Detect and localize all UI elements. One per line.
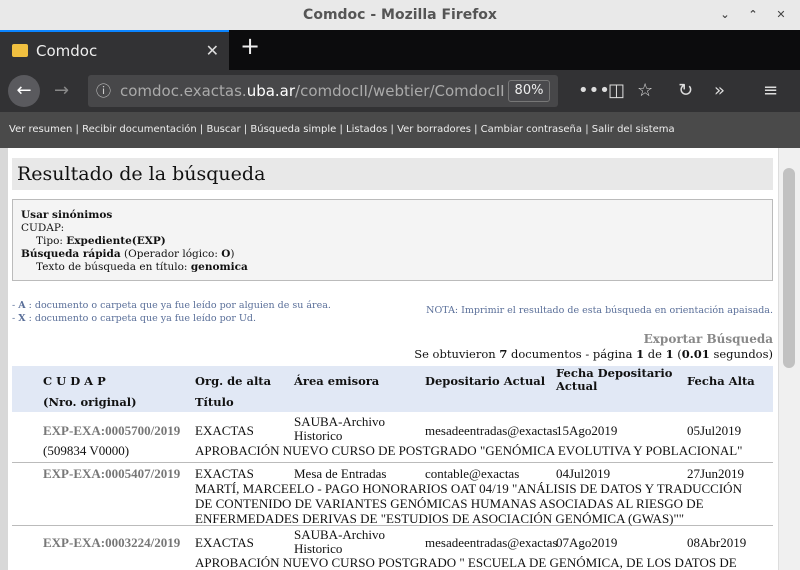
row-area: SAUBA-Archivo Historico xyxy=(294,527,385,556)
nav-listados[interactable]: Listados xyxy=(346,124,387,135)
row-fecha-alta: 27Jun2019 xyxy=(687,466,745,481)
header-orig: (Nro. original) xyxy=(43,395,137,409)
app-navigation: Ver resumen | Recibir documentación | Bu… xyxy=(0,112,800,148)
navigation-bar: ← → ⓘ comdoc.exactas.uba.ar/comdocII/webt… xyxy=(0,70,800,112)
url-bar[interactable]: ⓘ comdoc.exactas.uba.ar/comdocII/webtier/… xyxy=(88,75,558,107)
nav-cambiar-contrasena[interactable]: Cambiar contraseña xyxy=(481,124,582,135)
table-header: C U D A P (Nro. original) Org. de alta T… xyxy=(12,366,773,412)
row-fecha-dep: 15Ago2019 xyxy=(556,423,618,438)
nav-borradores[interactable]: Ver borradores xyxy=(397,124,471,135)
page-content: Resultado de la búsqueda Usar sinónimos … xyxy=(0,148,778,570)
info-icon[interactable]: ⓘ xyxy=(96,75,111,107)
url-domain: uba.ar xyxy=(246,82,296,100)
table-row[interactable]: EXP-EXA:0005700/2019 (509834 V0000) EXAC… xyxy=(12,412,773,463)
close-window-button[interactable]: ✕ xyxy=(772,6,790,24)
result-count: Se obtuvieron 7 documentos - página 1 de… xyxy=(414,347,773,361)
scrollbar-thumb[interactable] xyxy=(783,168,795,368)
row-fecha-dep: 04Jul2019 xyxy=(556,466,611,481)
header-dep[interactable]: Depositario Actual xyxy=(425,374,545,388)
row-area: Mesa de Entradas xyxy=(294,466,387,481)
header-fecha-alta[interactable]: Fecha Alta xyxy=(687,374,755,388)
close-tab-icon[interactable]: ✕ xyxy=(206,32,219,70)
table-row[interactable]: EXP-EXA:0003224/2019 EXACTAS SAUBA-Archi… xyxy=(12,526,773,570)
header-fecha-dep[interactable]: Fecha Depositario Actual xyxy=(556,367,676,393)
header-titulo[interactable]: Título xyxy=(195,395,234,409)
maximize-button[interactable]: ⌃ xyxy=(744,6,762,24)
vertical-scrollbar[interactable] xyxy=(778,148,800,570)
operator-value: O xyxy=(221,248,231,260)
bookmark-star-icon[interactable]: ☆ xyxy=(637,80,653,101)
pocket-icon[interactable]: ◫ xyxy=(608,80,625,101)
header-area[interactable]: Área emisora xyxy=(294,374,379,388)
header-org[interactable]: Org. de alta xyxy=(195,374,271,388)
minimize-button[interactable]: ⌄ xyxy=(716,6,734,24)
nav-recibir[interactable]: Recibir documentación xyxy=(82,124,197,135)
window-titlebar: Comdoc - Mozilla Firefox ⌄ ⌃ ✕ xyxy=(0,0,800,30)
tipo-value: Expediente(EXP) xyxy=(66,235,166,247)
legend-x-text: : documento o carpeta que ya fue leído p… xyxy=(28,313,257,324)
row-fecha-dep: 07Ago2019 xyxy=(556,535,618,550)
row-fecha-alta: 05Jul2019 xyxy=(687,423,742,438)
nav-salir[interactable]: Salir del sistema xyxy=(592,124,675,135)
row-fecha-alta: 08Abr2019 xyxy=(687,535,747,550)
search-text-value: genomica xyxy=(190,261,248,273)
row-dep: mesadeentradas@exactas xyxy=(425,423,558,438)
cudap-label: CUDAP: xyxy=(21,222,65,234)
page-title: Resultado de la búsqueda xyxy=(12,158,773,190)
export-search-link[interactable]: Exportar Búsqueda xyxy=(644,332,773,346)
row-area: SAUBA-Archivo Historico xyxy=(294,414,385,443)
legend-a-text: : documento o carpeta que ya fue leído p… xyxy=(28,300,331,311)
folder-icon xyxy=(12,44,28,57)
legend: - A : documento o carpeta que ya fue leí… xyxy=(12,300,331,324)
url-prefix: comdoc.exactas. xyxy=(120,82,247,100)
forward-button[interactable]: → xyxy=(54,80,69,101)
row-title: APROBACIÓN NUEVO CURSO POSTGRADO " ESCUE… xyxy=(195,555,737,570)
synonyms-label: Usar sinónimos xyxy=(21,209,113,221)
table-row[interactable]: EXP-EXA:0005407/2019 EXACTAS Mesa de Ent… xyxy=(12,463,773,526)
row-title: MARTÍ, MARCEELO - PAGO HONORARIOS OAT 04… xyxy=(195,481,742,526)
tipo-label: Tipo: xyxy=(36,235,63,247)
window-title: Comdoc - Mozilla Firefox xyxy=(303,7,497,23)
search-text-label: Texto de búsqueda en título: xyxy=(36,261,188,273)
row-id-link[interactable]: EXP-EXA:0003224/2019 xyxy=(43,535,180,551)
legend-x-key: X xyxy=(18,313,26,324)
reload-icon[interactable]: ↻ xyxy=(678,80,693,101)
back-button[interactable]: ← xyxy=(8,75,40,107)
row-org: EXACTAS xyxy=(195,535,254,550)
legend-a-key: A xyxy=(18,300,26,311)
quick-search-label: Búsqueda rápida xyxy=(21,248,121,260)
row-title: APROBACIÓN NUEVO CURSO DE POSTGRADO "GEN… xyxy=(195,443,743,458)
url-path: /comdocII/webtier/ComdocII xyxy=(295,82,505,100)
row-dep: mesadeentradas@exactas xyxy=(425,535,558,550)
tab-bar: Comdoc ✕ + xyxy=(0,30,800,70)
more-actions-icon[interactable]: ••• xyxy=(578,80,610,101)
print-note: NOTA: Imprimir el resultado de esta búsq… xyxy=(426,305,773,316)
operator-label: (Operador lógico: xyxy=(124,248,218,260)
row-dep: contable@exactas xyxy=(425,466,520,481)
search-criteria: Usar sinónimos CUDAP: Tipo: Expediente(E… xyxy=(12,199,773,281)
row-org: EXACTAS xyxy=(195,466,254,481)
row-id-link[interactable]: EXP-EXA:0005407/2019 xyxy=(43,466,180,482)
row-org: EXACTAS xyxy=(195,423,254,438)
nav-ver-resumen[interactable]: Ver resumen xyxy=(9,124,72,135)
zoom-level[interactable]: 80% xyxy=(508,80,550,102)
tab-label: Comdoc xyxy=(36,42,98,60)
new-tab-button[interactable]: + xyxy=(240,32,260,60)
nav-buscar[interactable]: Buscar xyxy=(206,124,240,135)
menu-icon[interactable]: ≡ xyxy=(763,80,778,101)
row-id-link[interactable]: EXP-EXA:0005700/2019 xyxy=(43,423,180,439)
nav-busqueda-simple[interactable]: Búsqueda simple xyxy=(250,124,336,135)
tab-comdoc[interactable]: Comdoc ✕ xyxy=(0,30,229,70)
row-orig: (509834 V0000) xyxy=(43,443,130,458)
overflow-icon[interactable]: » xyxy=(714,80,725,101)
header-cudap[interactable]: C U D A P xyxy=(43,374,106,388)
